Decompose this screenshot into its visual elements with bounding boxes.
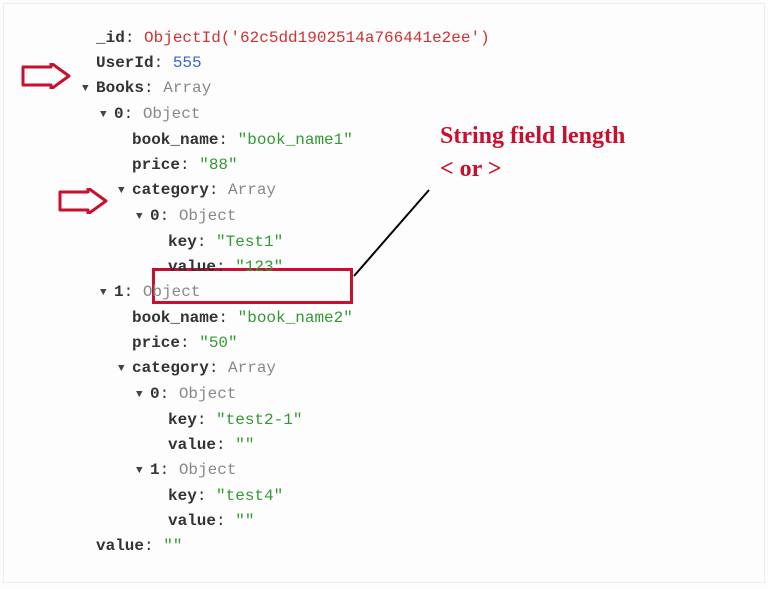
field-value-tail: value: "": [96, 534, 764, 559]
books-item-1[interactable]: ▼1: Object: [96, 280, 764, 306]
field-userid: UserId: 555: [96, 51, 764, 76]
category-item-1[interactable]: ▼1: Object: [96, 458, 764, 484]
caret-down-icon: ▼: [118, 179, 128, 204]
field-category[interactable]: ▼category: Array: [96, 178, 764, 204]
caret-down-icon: ▼: [100, 281, 110, 306]
field-value: value: "": [96, 509, 764, 534]
field-key: key: "test4": [96, 484, 764, 509]
field-key: key: "test2-1": [96, 408, 764, 433]
caret-down-icon: ▼: [118, 357, 128, 382]
books-item-0[interactable]: ▼0: Object: [96, 102, 764, 128]
category-item-0[interactable]: ▼0: Object: [96, 382, 764, 408]
caret-down-icon: ▼: [136, 383, 146, 408]
caret-down-icon: ▼: [136, 205, 146, 230]
caret-down-icon: ▼: [136, 459, 146, 484]
field-value-highlighted: value: "123": [96, 255, 764, 280]
category-item-0[interactable]: ▼0: Object: [96, 204, 764, 230]
field-price: price: "50": [96, 331, 764, 356]
document-tree: _id: ObjectId('62c5dd1902514a766441e2ee'…: [4, 4, 764, 559]
field-book-name: book_name: "book_name1": [96, 128, 764, 153]
field-id: _id: ObjectId('62c5dd1902514a766441e2ee'…: [96, 26, 764, 51]
field-key: key: "Test1": [96, 230, 764, 255]
caret-down-icon: ▼: [82, 77, 92, 102]
field-category[interactable]: ▼category: Array: [96, 356, 764, 382]
caret-down-icon: ▼: [100, 103, 110, 128]
field-value: value: "": [96, 433, 764, 458]
field-price: price: "88": [96, 153, 764, 178]
field-books[interactable]: ▼Books: Array: [96, 76, 764, 102]
field-book-name: book_name: "book_name2": [96, 306, 764, 331]
